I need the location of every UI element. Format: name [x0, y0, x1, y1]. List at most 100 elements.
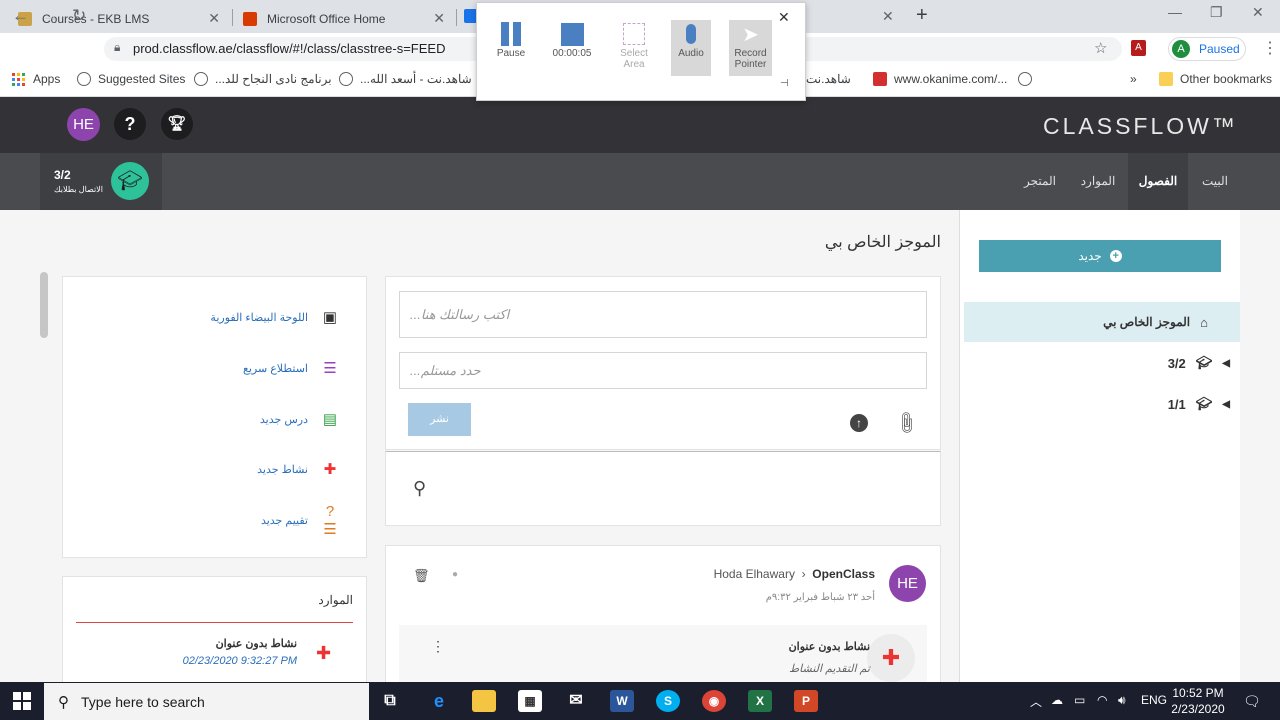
quick-action-poll[interactable]: استطلاع سريع ☰	[170, 356, 340, 380]
excel-icon[interactable]: X	[748, 690, 772, 712]
quick-action-assessment[interactable]: تقييم جديد ?☰	[170, 503, 340, 538]
powerpoint-icon[interactable]: P	[794, 690, 818, 712]
volume-icon[interactable]: 🔊︎	[1118, 693, 1126, 708]
select-area-icon	[610, 20, 658, 48]
recorder-close-icon[interactable]: ✕	[778, 9, 790, 26]
sidebar-item-label: الموجز الخاص بي	[1103, 315, 1191, 329]
skype-icon[interactable]: S	[656, 690, 680, 712]
nav-home[interactable]: البيت	[1189, 153, 1241, 210]
person-icon[interactable]: ●	[452, 569, 458, 580]
input-language[interactable]: ENG	[1141, 693, 1167, 707]
battery-icon[interactable]: ▭	[1074, 693, 1085, 707]
notifications-icon[interactable]: 🗨︎	[1243, 693, 1261, 710]
trash-icon[interactable]: 🗑︎	[413, 568, 430, 584]
graduation-cap-icon: 🎓︎	[1195, 396, 1213, 411]
caret-left-icon[interactable]: ◀	[1222, 358, 1230, 369]
bookmark-success-club[interactable]: برنامج نادى النجاح للد...	[194, 71, 332, 87]
bookmark-apps[interactable]: Apps	[12, 71, 60, 87]
recorder-stop-button[interactable]: 00:00:05	[548, 20, 596, 76]
nav-classes[interactable]: الفصول	[1128, 153, 1188, 210]
attachment-title[interactable]: نشاط بدون عنوان	[720, 640, 870, 653]
post-target[interactable]: OpenClass	[812, 567, 875, 581]
sidebar-item-my-feed[interactable]: الموجز الخاص بي ⌂	[964, 302, 1240, 342]
sidebar-item-class-3-2[interactable]: 3/2 🎓︎ ◀	[1130, 353, 1230, 373]
sidebar-item-class-1-1[interactable]: 1/1 🎓︎ ◀	[1130, 394, 1230, 414]
nav-store[interactable]: المتجر	[1012, 153, 1068, 210]
close-tab-icon[interactable]: ✕	[208, 10, 220, 27]
globe-icon	[339, 72, 353, 86]
edge-icon[interactable]: e	[427, 690, 451, 712]
tab-office[interactable]: Microsoft Office Home ✕	[243, 4, 453, 33]
taskbar-search[interactable]: ⚲ Type here to search	[44, 683, 369, 720]
mail-icon[interactable]: ✉	[564, 690, 588, 712]
new-button[interactable]: جديد +	[979, 240, 1221, 272]
reload-icon[interactable]: ↻	[72, 6, 86, 26]
close-window-icon[interactable]: ✕	[1252, 4, 1264, 21]
store-icon[interactable]: ▦	[518, 690, 542, 712]
quick-action-lesson[interactable]: درس جديد ▤	[170, 407, 340, 431]
nav-resources[interactable]: الموارد	[1068, 153, 1128, 210]
browser-menu-icon[interactable]: ⋮	[1262, 38, 1278, 58]
graduation-cap-icon: 🎓︎	[1195, 355, 1213, 370]
bookmark-globe[interactable]	[1018, 71, 1039, 87]
bookmark-star-icon[interactable]: ☆	[1094, 39, 1107, 57]
bookmark-okanime[interactable]: www.okanime.com/...	[873, 71, 1007, 87]
page-title: الموجز الخاص بي	[824, 234, 941, 251]
divider	[76, 622, 353, 623]
search-icon[interactable]: ⚲	[413, 478, 426, 499]
help-icon[interactable]: ?	[114, 108, 146, 140]
recipient-input[interactable]: حدد مستلم...	[399, 352, 927, 389]
bookmark-shahid-1[interactable]: شاهد.نت - أسعد الله...	[339, 71, 472, 87]
bookmark-suggested-sites[interactable]: Suggested Sites	[77, 71, 185, 87]
close-tab-icon[interactable]: ✕	[882, 8, 894, 25]
recorder-pointer-button[interactable]: ➤ Record Pointer	[729, 20, 772, 76]
user-avatar[interactable]: HE	[67, 108, 100, 141]
caret-left-icon[interactable]: ◀	[1222, 399, 1230, 410]
minimize-icon[interactable]: —	[1168, 4, 1182, 20]
quick-action-activity[interactable]: نشاط جديد ✚	[170, 457, 340, 481]
profile-chip[interactable]: A Paused	[1168, 37, 1246, 61]
new-tab-icon[interactable]: +	[916, 4, 928, 27]
url-text[interactable]: prod.classflow.ae/classflow/#!/class/cla…	[133, 41, 445, 56]
post-author[interactable]: Hoda Elhawary	[714, 567, 795, 581]
plus-icon: +	[1109, 250, 1122, 262]
lock-icon[interactable]: 🔒︎	[114, 40, 120, 55]
message-input[interactable]: اكتب رسالتك هنا...	[399, 291, 927, 338]
bookmark-shahid-2[interactable]: شاهد.نت	[806, 71, 851, 87]
wifi-icon[interactable]: ◠	[1097, 693, 1107, 707]
trophy-icon[interactable]: 🏆︎	[161, 108, 193, 140]
post-avatar[interactable]: HE	[889, 565, 926, 602]
word-icon[interactable]: W	[610, 690, 634, 712]
more-options-icon[interactable]: ⋮	[431, 638, 445, 655]
chrome-icon[interactable]: ◉	[702, 690, 726, 712]
graduation-cap-icon: 🎓︎	[111, 162, 149, 200]
restore-icon[interactable]: ❐	[1210, 4, 1223, 21]
task-view-icon[interactable]: ⧉	[378, 690, 402, 712]
scrollbar[interactable]	[40, 272, 48, 338]
close-tab-icon[interactable]: ✕	[433, 10, 445, 27]
system-clock[interactable]: 10:52 PM 2/23/2020	[1170, 685, 1226, 717]
recorder-pause-button[interactable]: Pause	[487, 20, 535, 76]
bookmarks-overflow[interactable]: »	[1130, 71, 1137, 87]
quick-action-whiteboard[interactable]: اللوحة البيضاء الفورية ▣	[170, 305, 340, 329]
pin-icon[interactable]: ⊣	[780, 78, 789, 89]
chevron-up-icon[interactable]: ︿	[1030, 693, 1042, 710]
back-icon[interactable]: ←	[12, 6, 29, 26]
recorder-label: Pause	[496, 48, 526, 59]
upload-icon[interactable]: ↑	[850, 414, 868, 432]
recorder-label: Record Pointer	[734, 48, 767, 70]
resource-name[interactable]: نشاط بدون عنوان	[150, 637, 297, 650]
pause-icon	[487, 20, 535, 48]
pdf-extension-icon[interactable]: A	[1131, 40, 1146, 56]
apps-grid-icon	[12, 72, 25, 86]
onedrive-icon[interactable]: ☁	[1051, 693, 1063, 707]
windows-start-icon[interactable]	[13, 692, 31, 710]
other-bookmarks[interactable]: Other bookmarks	[1159, 71, 1272, 87]
assessment-icon: ?☰	[323, 502, 337, 538]
recorder-audio-button[interactable]: Audio	[671, 20, 711, 76]
recorder-select-area-button[interactable]: Select Area	[610, 20, 658, 76]
file-explorer-icon[interactable]	[472, 690, 496, 712]
lesson-icon: ▤	[322, 411, 338, 428]
post-button[interactable]: نشر	[408, 403, 471, 436]
forward-icon[interactable]: →	[42, 6, 59, 26]
